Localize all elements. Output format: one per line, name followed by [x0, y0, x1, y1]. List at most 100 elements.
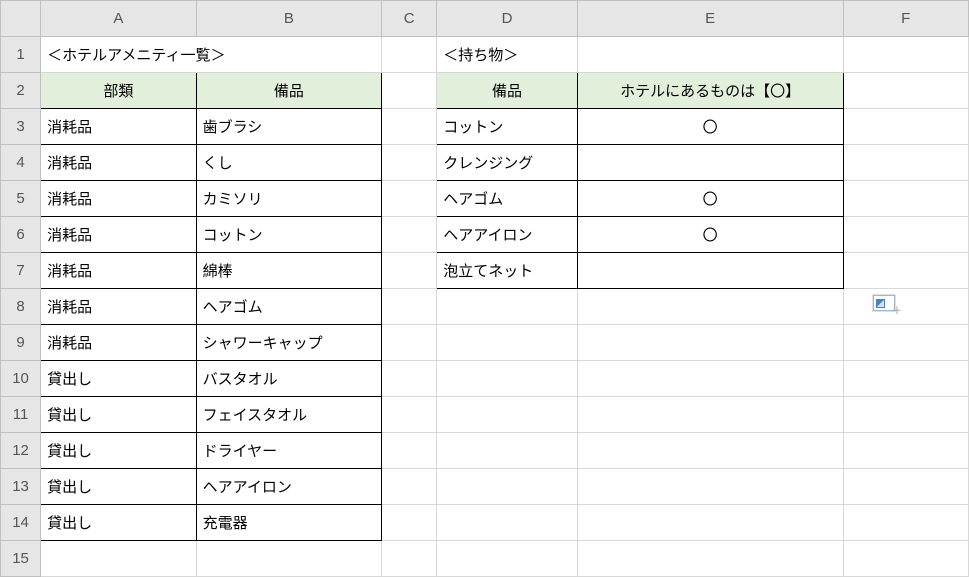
row-header-7[interactable]: 7 — [1, 253, 41, 289]
row-header-5[interactable]: 5 — [1, 181, 41, 217]
cell-C11[interactable] — [382, 397, 437, 433]
cell-E15[interactable] — [577, 541, 843, 577]
cell-F12[interactable] — [843, 433, 968, 469]
cell-A2[interactable]: 部類 — [41, 73, 196, 109]
cell-C14[interactable] — [382, 505, 437, 541]
row-header-15[interactable]: 15 — [1, 541, 41, 577]
cell-B15[interactable] — [196, 541, 382, 577]
cell-F11[interactable] — [843, 397, 968, 433]
cell-D10[interactable] — [437, 361, 577, 397]
col-header-A[interactable]: A — [41, 1, 196, 37]
cell-E6[interactable]: 〇 — [577, 217, 843, 253]
cell-D9[interactable] — [437, 325, 577, 361]
cell-D12[interactable] — [437, 433, 577, 469]
cell-E7[interactable] — [577, 253, 843, 289]
cell-A6[interactable]: 消耗品 — [41, 217, 196, 253]
cell-C3[interactable] — [382, 109, 437, 145]
cell-F7[interactable] — [843, 253, 968, 289]
cell-C13[interactable] — [382, 469, 437, 505]
col-header-D[interactable]: D — [437, 1, 577, 37]
cell-E12[interactable] — [577, 433, 843, 469]
cell-D5[interactable]: ヘアゴム — [437, 181, 577, 217]
cell-B3[interactable]: 歯ブラシ — [196, 109, 382, 145]
cell-E2[interactable]: ホテルにあるものは【〇】 — [577, 73, 843, 109]
cell-E9[interactable] — [577, 325, 843, 361]
cell-A10[interactable]: 貸出し — [41, 361, 196, 397]
autofill-options-icon[interactable]: ＋ — [873, 295, 895, 311]
cell-D6[interactable]: ヘアアイロン — [437, 217, 577, 253]
cell-C1[interactable] — [382, 37, 437, 73]
row-header-6[interactable]: 6 — [1, 217, 41, 253]
cell-A13[interactable]: 貸出し — [41, 469, 196, 505]
cell-A5[interactable]: 消耗品 — [41, 181, 196, 217]
cell-D3[interactable]: コットン — [437, 109, 577, 145]
cell-F1[interactable] — [843, 37, 968, 73]
cell-C12[interactable] — [382, 433, 437, 469]
cell-A7[interactable]: 消耗品 — [41, 253, 196, 289]
cell-E8[interactable] — [577, 289, 843, 325]
cell-D2[interactable]: 備品 — [437, 73, 577, 109]
cell-D14[interactable] — [437, 505, 577, 541]
cell-E5[interactable]: 〇 — [577, 181, 843, 217]
cell-A4[interactable]: 消耗品 — [41, 145, 196, 181]
cell-B14[interactable]: 充電器 — [196, 505, 382, 541]
cell-E14[interactable] — [577, 505, 843, 541]
cell-E1[interactable] — [577, 37, 843, 73]
select-all-corner[interactable] — [1, 1, 41, 37]
cell-F6[interactable] — [843, 217, 968, 253]
cell-D11[interactable] — [437, 397, 577, 433]
cell-B7[interactable]: 綿棒 — [196, 253, 382, 289]
cell-A3[interactable]: 消耗品 — [41, 109, 196, 145]
row-header-8[interactable]: 8 — [1, 289, 41, 325]
cell-F14[interactable] — [843, 505, 968, 541]
cell-B8[interactable]: ヘアゴム — [196, 289, 382, 325]
cell-C9[interactable] — [382, 325, 437, 361]
cell-C7[interactable] — [382, 253, 437, 289]
col-header-B[interactable]: B — [196, 1, 382, 37]
row-header-11[interactable]: 11 — [1, 397, 41, 433]
cell-B11[interactable]: フェイスタオル — [196, 397, 382, 433]
cell-E4[interactable] — [577, 145, 843, 181]
row-header-1[interactable]: 1 — [1, 37, 41, 73]
cell-B12[interactable]: ドライヤー — [196, 433, 382, 469]
cell-C10[interactable] — [382, 361, 437, 397]
col-header-C[interactable]: C — [382, 1, 437, 37]
cell-C5[interactable] — [382, 181, 437, 217]
cell-F13[interactable] — [843, 469, 968, 505]
spreadsheet-grid[interactable]: A B C D E F 1 ＜ホテルアメニティ一覧＞ ＜持ち物＞ 2 部類 備品… — [0, 0, 969, 577]
row-header-10[interactable]: 10 — [1, 361, 41, 397]
cell-A9[interactable]: 消耗品 — [41, 325, 196, 361]
row-header-13[interactable]: 13 — [1, 469, 41, 505]
cell-D15[interactable] — [437, 541, 577, 577]
cell-B10[interactable]: バスタオル — [196, 361, 382, 397]
cell-F8[interactable] — [843, 289, 968, 325]
cell-E10[interactable] — [577, 361, 843, 397]
cell-A12[interactable]: 貸出し — [41, 433, 196, 469]
cell-C8[interactable] — [382, 289, 437, 325]
cell-D13[interactable] — [437, 469, 577, 505]
cell-C4[interactable] — [382, 145, 437, 181]
row-header-4[interactable]: 4 — [1, 145, 41, 181]
cell-F15[interactable] — [843, 541, 968, 577]
cell-A8[interactable]: 消耗品 — [41, 289, 196, 325]
cell-C2[interactable] — [382, 73, 437, 109]
cell-B5[interactable]: カミソリ — [196, 181, 382, 217]
cell-B2[interactable]: 備品 — [196, 73, 382, 109]
cell-F5[interactable] — [843, 181, 968, 217]
row-header-9[interactable]: 9 — [1, 325, 41, 361]
cell-A11[interactable]: 貸出し — [41, 397, 196, 433]
cell-A1[interactable]: ＜ホテルアメニティ一覧＞ — [41, 37, 382, 73]
cell-D4[interactable]: クレンジング — [437, 145, 577, 181]
cell-E13[interactable] — [577, 469, 843, 505]
cell-D1[interactable]: ＜持ち物＞ — [437, 37, 577, 73]
cell-F4[interactable] — [843, 145, 968, 181]
cell-B9[interactable]: シャワーキャップ — [196, 325, 382, 361]
cell-D7[interactable]: 泡立てネット — [437, 253, 577, 289]
cell-B4[interactable]: くし — [196, 145, 382, 181]
row-header-12[interactable]: 12 — [1, 433, 41, 469]
row-header-2[interactable]: 2 — [1, 73, 41, 109]
cell-A14[interactable]: 貸出し — [41, 505, 196, 541]
cell-F2[interactable] — [843, 73, 968, 109]
cell-E3[interactable]: 〇 — [577, 109, 843, 145]
cell-F10[interactable] — [843, 361, 968, 397]
